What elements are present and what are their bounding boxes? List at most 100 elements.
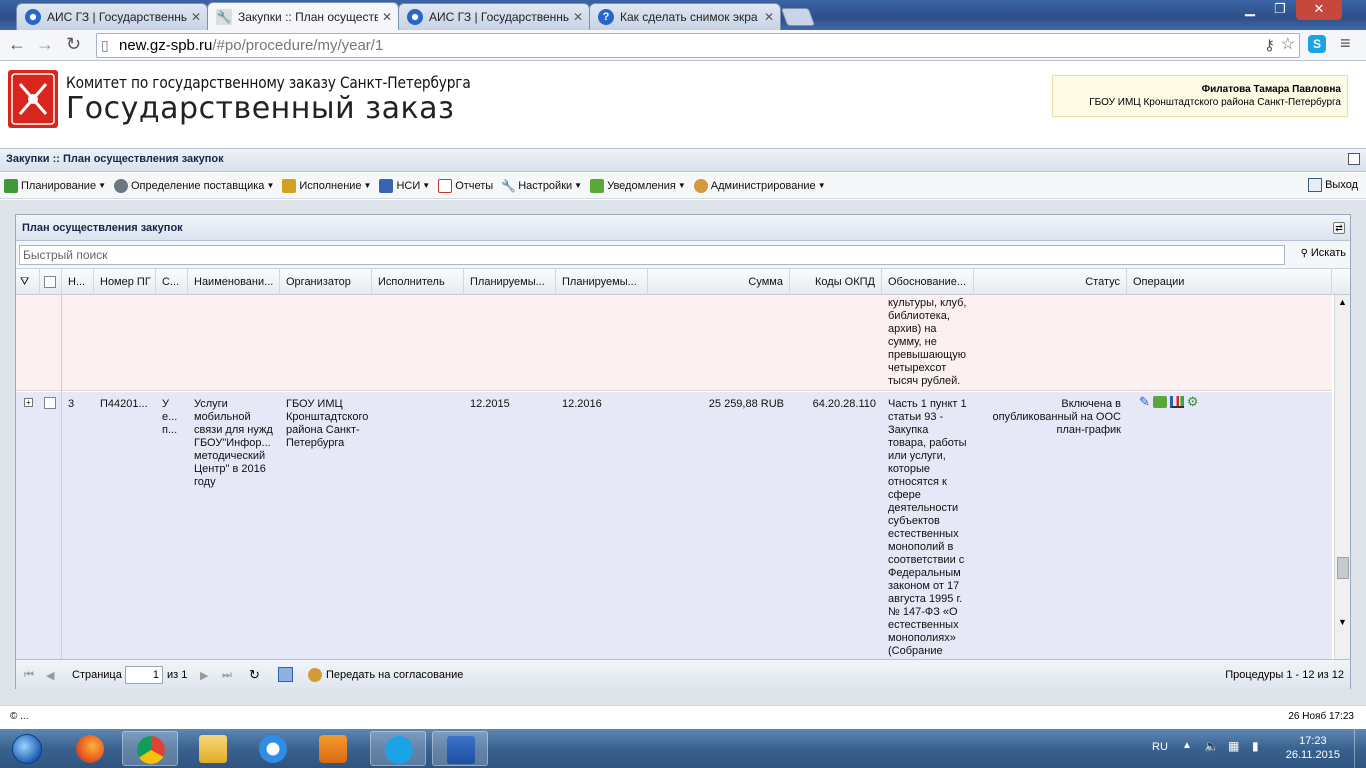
browser-tab-2[interactable]: 🔧 Закупки :: План осуществ ✕ xyxy=(207,2,399,30)
close-icon[interactable]: ✕ xyxy=(573,10,583,24)
menu-settings[interactable]: 🔧 Настройки ▼ xyxy=(501,179,582,193)
media-player-icon xyxy=(319,735,347,763)
back-icon[interactable]: ← xyxy=(8,34,26,55)
quick-search-input[interactable]: Быстрый поиск xyxy=(19,245,1285,265)
select-all-checkbox[interactable] xyxy=(40,269,62,295)
menu-reports[interactable]: Отчеты xyxy=(438,178,494,193)
scroll-up-icon[interactable]: ▲ xyxy=(1338,297,1347,307)
taskbar-chrome[interactable] xyxy=(122,731,178,766)
page-footer: © ... 26 Нояб 17:23 xyxy=(0,705,1366,729)
col-okpd[interactable]: Коды ОКПД xyxy=(790,269,882,295)
col-planned-2[interactable]: Планируемы... xyxy=(556,269,648,295)
menu-execution[interactable]: Исполнение ▼ xyxy=(282,178,371,193)
chrome-icon xyxy=(137,736,165,764)
col-operations[interactable]: Операции xyxy=(1127,269,1332,295)
page-input[interactable]: 1 xyxy=(125,666,163,684)
menu-label: Отчеты xyxy=(455,179,494,192)
vertical-scrollbar[interactable]: ▲ ▼ xyxy=(1334,295,1350,659)
language-indicator[interactable]: RU xyxy=(1152,741,1168,753)
network-icon[interactable]: ▦ xyxy=(1228,739,1239,753)
refresh-icon[interactable]: ↻ xyxy=(249,667,260,683)
col-name[interactable]: Наименовани... xyxy=(188,269,280,295)
save-icon[interactable] xyxy=(278,667,293,682)
minimize-icon[interactable]: ▁ xyxy=(1236,0,1264,20)
col-s[interactable]: С... xyxy=(156,269,188,295)
col-organizer[interactable]: Организатор xyxy=(280,269,372,295)
exit-button[interactable]: Выход xyxy=(1308,178,1358,192)
table-row[interactable]: культуры, клуб, библиотека, архив) на су… xyxy=(16,295,1332,391)
tag-icon[interactable] xyxy=(1152,395,1167,408)
scrollbar-thumb[interactable] xyxy=(1337,557,1349,579)
star-icon[interactable]: ☆ xyxy=(1281,33,1295,56)
taskbar-ie[interactable] xyxy=(245,731,301,766)
close-icon[interactable]: ✕ xyxy=(191,10,201,24)
close-window-icon[interactable]: ✕ xyxy=(1296,0,1342,20)
panel-header: План осуществления закупок ⇄ xyxy=(16,215,1350,241)
col-planned-1[interactable]: Планируемы... xyxy=(464,269,556,295)
browser-tab-4[interactable]: ? Как сделать снимок экра ✕ xyxy=(589,3,781,30)
browser-tab-1[interactable]: АИС ГЗ | Государственны ✕ xyxy=(16,3,208,30)
folder-icon xyxy=(199,735,227,763)
volume-icon[interactable]: 🔈 xyxy=(1204,739,1219,753)
taskbar-skype[interactable] xyxy=(370,731,426,766)
filter-clear-icon[interactable]: ⛛ xyxy=(16,269,40,295)
start-button[interactable] xyxy=(2,731,54,766)
signal-icon[interactable]: ▮ xyxy=(1252,739,1259,753)
user-icon xyxy=(693,178,708,193)
taskbar-word[interactable] xyxy=(432,731,488,766)
menu-label: НСИ xyxy=(396,179,421,192)
search-row: Быстрый поиск ⚲ Искать xyxy=(16,241,1350,269)
address-bar[interactable]: ▯ new.gz-spb.ru/#po/procedure/my/year/1 … xyxy=(96,33,1300,58)
close-icon[interactable]: ✕ xyxy=(764,10,774,24)
taskbar-explorer[interactable] xyxy=(185,731,241,766)
key-icon[interactable]: ⚷ xyxy=(1264,34,1275,57)
refresh-icon[interactable]: ⇄ xyxy=(1333,222,1345,234)
col-plan-number[interactable]: Номер ПГ xyxy=(94,269,156,295)
col-status[interactable]: Статус xyxy=(974,269,1127,295)
taskbar-media-player[interactable] xyxy=(305,731,361,766)
next-page-icon[interactable]: ▶ xyxy=(200,669,208,682)
restore-icon[interactable]: ❐ xyxy=(1266,0,1294,20)
gears-icon xyxy=(114,178,128,193)
system-clock[interactable]: 17:23 26.11.2015 xyxy=(1286,734,1340,762)
menu-icon[interactable]: ≡ xyxy=(1340,33,1351,54)
ie-icon xyxy=(259,735,287,763)
table-row[interactable]: + 3 П44201... У е... п... Услуги мобильн… xyxy=(16,392,1332,659)
first-page-icon[interactable]: ⏮ xyxy=(24,669,34,682)
tray-expand-icon[interactable]: ▲ xyxy=(1182,740,1192,751)
edit-icon[interactable]: ✎ xyxy=(1139,395,1150,408)
chart-icon[interactable] xyxy=(1169,395,1184,408)
forward-icon[interactable]: → xyxy=(36,34,54,55)
prev-page-icon[interactable]: ◀ xyxy=(46,669,54,682)
site-favicon-icon xyxy=(25,9,41,25)
menu-planning[interactable]: Планирование ▼ xyxy=(4,178,106,193)
tab-title: Закупки :: План осуществ xyxy=(238,9,378,24)
settings-icon[interactable]: ⚙ xyxy=(1187,395,1199,408)
col-number[interactable]: Н... xyxy=(62,269,94,295)
procurement-plan-panel: План осуществления закупок ⇄ Быстрый пои… xyxy=(15,214,1351,689)
last-page-icon[interactable]: ⏭ xyxy=(222,669,232,682)
menu-notifications[interactable]: Уведомления ▼ xyxy=(590,178,686,193)
menu-label: Планирование xyxy=(21,179,97,192)
col-sum[interactable]: Сумма xyxy=(648,269,790,295)
skype-extension-icon[interactable]: S xyxy=(1308,35,1326,53)
menu-nsi[interactable]: НСИ ▼ xyxy=(379,178,430,193)
menu-administration[interactable]: Администрирование ▼ xyxy=(693,178,826,193)
reload-icon[interactable]: ↻ xyxy=(66,34,81,55)
show-desktop-button[interactable] xyxy=(1354,729,1366,768)
page-icon: ▯ xyxy=(101,37,109,53)
col-basis[interactable]: Обоснование... xyxy=(882,269,974,295)
browser-tab-3[interactable]: АИС ГЗ | Государственны ✕ xyxy=(398,3,590,30)
execution-icon xyxy=(282,178,297,193)
close-icon[interactable]: ✕ xyxy=(382,10,392,24)
user-name[interactable]: Филатова Тамара Павловна xyxy=(1053,83,1341,96)
skype-icon xyxy=(385,736,413,764)
scroll-down-icon[interactable]: ▼ xyxy=(1338,617,1347,627)
col-executor[interactable]: Исполнитель xyxy=(372,269,464,295)
new-tab-button[interactable] xyxy=(780,8,816,26)
search-button[interactable]: ⚲ Искать xyxy=(1301,247,1346,259)
taskbar-firefox[interactable] xyxy=(62,731,118,766)
menu-supplier-selection[interactable]: Определение поставщика ▼ xyxy=(114,178,274,193)
collapse-icon[interactable] xyxy=(1348,153,1360,165)
send-for-approval-button[interactable]: Передать на согласование xyxy=(308,668,463,682)
